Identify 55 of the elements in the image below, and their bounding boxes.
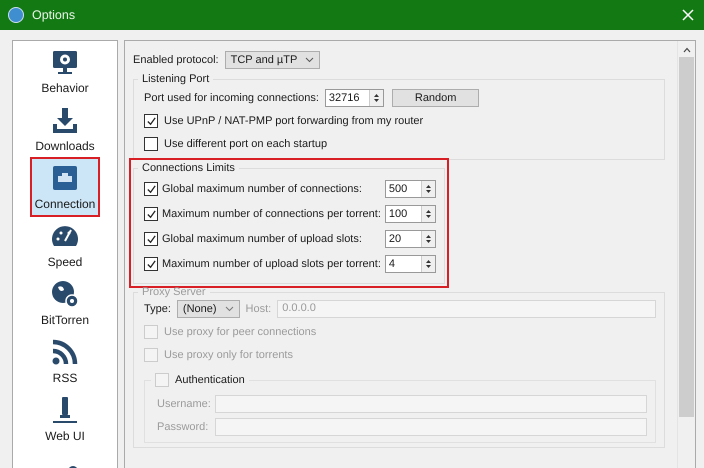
sidebar-item[interactable]: Web UI bbox=[32, 391, 98, 447]
network-icon bbox=[50, 163, 80, 193]
checkbox[interactable] bbox=[144, 114, 158, 128]
window-title: Options bbox=[32, 8, 76, 22]
plug-icon bbox=[50, 395, 80, 425]
limit-label: Maximum number of connections per torrent: bbox=[162, 208, 381, 220]
limit-field[interactable]: 4 bbox=[384, 255, 436, 273]
host-label: Host: bbox=[246, 303, 272, 315]
limit-field[interactable]: 100 bbox=[384, 205, 436, 223]
port-label: Port used for incoming connections: bbox=[144, 92, 319, 104]
download-icon bbox=[50, 105, 80, 135]
limit-label: Maximum number of upload slots per torrent: bbox=[162, 258, 381, 270]
limit-label: Global maximum number of connections: bbox=[162, 183, 363, 195]
checkbox[interactable] bbox=[144, 207, 158, 221]
spinner-arrows-icon[interactable] bbox=[368, 90, 383, 106]
spinner-arrows-icon[interactable] bbox=[420, 206, 435, 222]
scrollbar[interactable] bbox=[677, 41, 695, 468]
limit-field[interactable]: 20 bbox=[384, 230, 436, 248]
sidebar-item[interactable]: Connection bbox=[32, 159, 98, 215]
sidebar-item[interactable]: Speed bbox=[32, 217, 98, 273]
spinner-arrows-icon[interactable] bbox=[420, 256, 435, 272]
group-title: Listening Port bbox=[141, 73, 210, 85]
spinner-arrows-icon[interactable] bbox=[420, 231, 435, 247]
checkbox[interactable] bbox=[144, 257, 158, 271]
sidebar-item[interactable]: Behavior bbox=[32, 43, 98, 99]
chevron-down-icon[interactable] bbox=[305, 57, 314, 63]
authentication-label: Authentication bbox=[175, 374, 245, 386]
checkbox-label: Use UPnP / NAT-PMP port forwarding from my router bbox=[164, 115, 424, 127]
limit-label: Global maximum number of upload slots: bbox=[162, 233, 363, 245]
checkbox-label: Use proxy only for torrents bbox=[164, 349, 293, 361]
spinner-arrows-icon[interactable] bbox=[420, 181, 435, 197]
checkbox-label: Use different port on each startup bbox=[164, 138, 328, 150]
close-icon[interactable] bbox=[682, 9, 694, 21]
group-title: Connections Limits bbox=[141, 162, 236, 174]
group-title: Proxy Server bbox=[141, 286, 207, 298]
type-label: Type: bbox=[144, 303, 171, 315]
protocol-dropdown[interactable]: TCP and µTP bbox=[224, 51, 320, 69]
sidebar-item[interactable]: BitTorren bbox=[32, 275, 98, 331]
scrollbar-thumb[interactable] bbox=[679, 57, 694, 417]
rss-icon bbox=[50, 337, 80, 367]
protocol-label: Enabled protocol: bbox=[133, 54, 219, 66]
checkbox[interactable] bbox=[144, 182, 158, 196]
globe-icon bbox=[50, 279, 80, 309]
scroll-up-icon[interactable] bbox=[682, 47, 690, 53]
limit-field[interactable]: 500 bbox=[384, 180, 436, 198]
app-logo-icon bbox=[8, 7, 24, 23]
checkbox[interactable] bbox=[144, 137, 158, 151]
random-button[interactable]: Random bbox=[392, 89, 480, 107]
checkbox-label: Use proxy for peer connections bbox=[164, 326, 316, 338]
sidebar-item[interactable]: RSS bbox=[32, 333, 98, 389]
field-label: Username: bbox=[157, 398, 209, 410]
field-label: Password: bbox=[157, 421, 209, 433]
checkbox[interactable] bbox=[144, 232, 158, 246]
port-field[interactable]: 32716 bbox=[324, 89, 384, 107]
sidebar-item[interactable]: Downloads bbox=[32, 101, 98, 157]
